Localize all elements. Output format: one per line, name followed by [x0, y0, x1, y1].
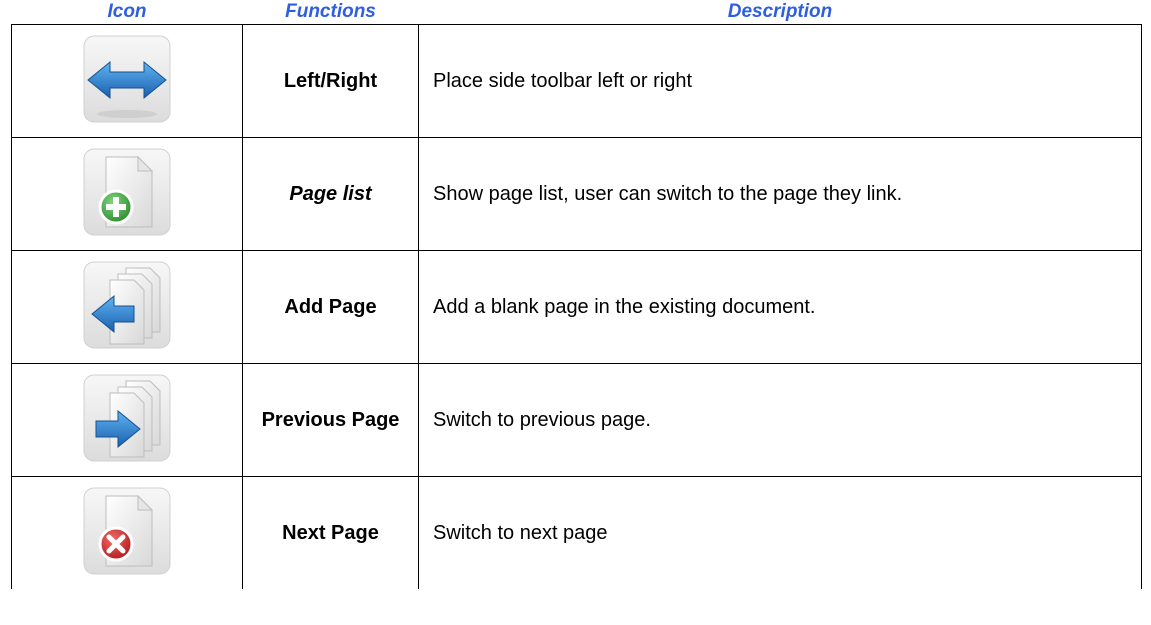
header-row: Icon Functions Description [11, 0, 1142, 25]
function-description: Place side toolbar left or right [418, 24, 1142, 138]
function-description: Switch to previous page. [418, 363, 1142, 477]
table-row: Add Page Add a blank page in the existin… [11, 250, 1142, 364]
page-add-icon [80, 147, 174, 241]
function-name: Next Page [242, 476, 419, 589]
function-name: Add Page [242, 250, 419, 364]
function-name: Page list [242, 137, 419, 251]
page-delete-icon [80, 486, 174, 580]
functions-table-frame: Icon Functions Description Left/Right Pl… [11, 0, 1142, 625]
table-row: Previous Page Switch to previous page. [11, 363, 1142, 477]
function-name: Left/Right [242, 24, 419, 138]
header-icon: Icon [11, 0, 243, 25]
pages-left-arrow-icon [80, 260, 174, 354]
icon-cell [11, 250, 243, 364]
pages-right-arrow-icon [80, 373, 174, 467]
icon-cell [11, 363, 243, 477]
function-name: Previous Page [242, 363, 419, 477]
function-description: Show page list, user can switch to the p… [418, 137, 1142, 251]
left-right-arrow-icon [80, 34, 174, 128]
header-description: Description [418, 0, 1142, 25]
icon-cell [11, 24, 243, 138]
icon-cell [11, 476, 243, 589]
table-row: Left/Right Place side toolbar left or ri… [11, 24, 1142, 138]
function-description: Switch to next page [418, 476, 1142, 589]
function-description: Add a blank page in the existing documen… [418, 250, 1142, 364]
toolbar-functions-table: Icon Functions Description Left/Right Pl… [11, 0, 1142, 589]
header-functions: Functions [242, 0, 419, 25]
table-row: Next Page Switch to next page [11, 476, 1142, 589]
icon-cell [11, 137, 243, 251]
table-row: Page list Show page list, user can switc… [11, 137, 1142, 251]
